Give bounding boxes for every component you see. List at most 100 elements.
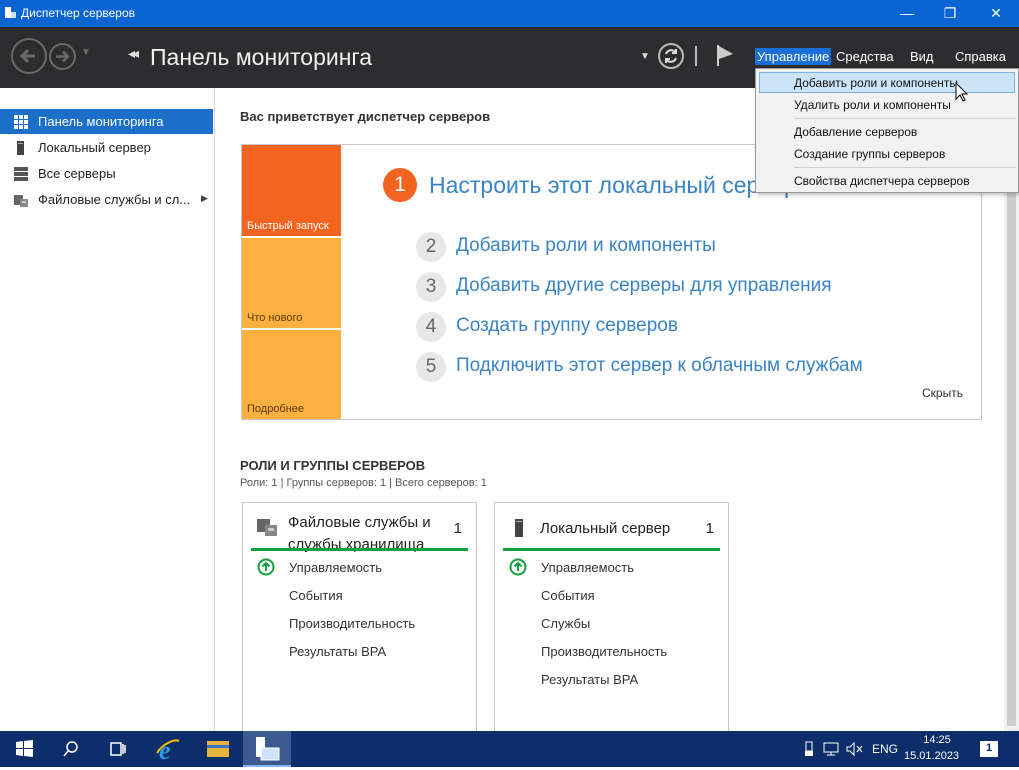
- header-separator: [695, 46, 697, 66]
- tile-learn-more[interactable]: Подробнее: [242, 330, 341, 419]
- clock-time[interactable]: 14:25: [912, 734, 962, 746]
- sidebar-item-all-servers[interactable]: Все серверы: [0, 161, 213, 186]
- sidebar-item-dashboard[interactable]: Панель мониторинга: [0, 109, 213, 134]
- internet-explorer-button[interactable]: e: [145, 731, 193, 767]
- refresh-icon[interactable]: [657, 42, 685, 70]
- clock-date[interactable]: 15.01.2023: [904, 750, 959, 762]
- card-count[interactable]: 1: [706, 520, 714, 537]
- card-row-bpa[interactable]: Результаты BPA: [541, 672, 638, 687]
- tile-label: Подробнее: [247, 403, 305, 415]
- sidebar: Панель мониторинга Локальный сервер Все …: [0, 88, 215, 731]
- scrollbar-thumb[interactable]: [1007, 186, 1016, 726]
- menu-separator: [794, 167, 1016, 168]
- sidebar-item-label: Локальный сервер: [38, 140, 151, 155]
- menu-separator: [794, 118, 1016, 119]
- search-icon: [63, 741, 78, 757]
- card-status-line: [503, 548, 720, 551]
- card-row-manageability[interactable]: Управляемость: [289, 560, 382, 575]
- menu-manage[interactable]: Управление: [755, 48, 832, 65]
- sidebar-item-label: Все серверы: [38, 166, 116, 181]
- welcome-heading: Вас приветствует диспетчер серверов: [240, 109, 491, 124]
- breadcrumb-dropdown[interactable]: ▼: [640, 51, 650, 62]
- folder-icon: [207, 741, 229, 757]
- taskbar: e ENG 14:25 15.01.2023 1: [0, 731, 1019, 767]
- step-number: 5: [416, 352, 446, 382]
- network-icon[interactable]: [823, 741, 839, 757]
- server-manager-taskbar-button[interactable]: [243, 731, 291, 767]
- roles-section-subtitle: Роли: 1 | Группы серверов: 1 | Всего сер…: [240, 477, 487, 489]
- hide-link[interactable]: Скрыть: [922, 386, 963, 400]
- windows-logo-icon: [16, 740, 33, 757]
- language-indicator[interactable]: ENG: [872, 742, 898, 756]
- card-row-events[interactable]: События: [541, 588, 595, 603]
- card-row-events[interactable]: События: [289, 588, 343, 603]
- step-number: 2: [416, 232, 446, 262]
- breadcrumb-arrows-icon[interactable]: ◂◂: [128, 45, 139, 62]
- expand-arrow-icon[interactable]: ▶: [201, 193, 208, 204]
- card-row-manageability[interactable]: Управляемость: [541, 560, 634, 575]
- nav-history-dropdown[interactable]: ▼: [81, 47, 91, 58]
- server-manager-icon: [256, 737, 280, 761]
- server-icon: [515, 519, 523, 537]
- arrow-left-icon: [19, 48, 35, 64]
- card-row-performance[interactable]: Производительность: [289, 616, 415, 631]
- menu-item-remove-roles[interactable]: Удалить роли и компоненты: [794, 98, 951, 112]
- status-ok-icon: [509, 558, 527, 576]
- dashboard-icon: [14, 115, 28, 129]
- title-bar: Диспетчер серверов — ❐ ✕: [0, 0, 1019, 27]
- minimize-button[interactable]: —: [884, 0, 930, 27]
- sidebar-item-label: Файловые службы и сл...: [38, 192, 191, 207]
- role-card-file-services[interactable]: Файловые службы и службы хранилища 1 Упр…: [242, 502, 477, 742]
- forward-button[interactable]: [49, 43, 76, 70]
- window-title: Диспетчер серверов: [21, 6, 136, 20]
- card-count[interactable]: 1: [454, 520, 462, 537]
- internet-explorer-icon: e: [156, 736, 180, 765]
- menu-item-add-servers[interactable]: Добавление серверов: [794, 125, 917, 139]
- sidebar-item-file-services[interactable]: Файловые службы и сл...: [0, 187, 213, 212]
- task-view-button[interactable]: [94, 731, 142, 767]
- menu-help[interactable]: Справка: [955, 49, 1006, 64]
- notifications-flag-icon[interactable]: [714, 43, 736, 67]
- back-button[interactable]: [11, 38, 47, 74]
- menu-item-add-roles[interactable]: Добавить роли и компоненты: [794, 76, 958, 90]
- tile-label: Быстрый запуск: [247, 220, 329, 232]
- notification-count: 1: [986, 742, 993, 754]
- card-row-bpa[interactable]: Результаты BPA: [289, 644, 386, 659]
- menu-item-create-group[interactable]: Создание группы серверов: [794, 147, 945, 161]
- server-icon: [17, 141, 24, 155]
- step-link-cloud-services[interactable]: Подключить этот сервер к облачным служба…: [456, 355, 863, 377]
- card-row-services[interactable]: Службы: [541, 616, 590, 631]
- step-link-create-group[interactable]: Создать группу серверов: [456, 315, 678, 337]
- menu-item-properties[interactable]: Свойства диспетчера серверов: [794, 174, 970, 188]
- sidebar-item-local-server[interactable]: Локальный сервер: [0, 135, 213, 160]
- volume-muted-icon[interactable]: [846, 741, 864, 757]
- file-explorer-button[interactable]: [194, 731, 242, 767]
- tile-quick-start[interactable]: Быстрый запуск: [242, 145, 341, 236]
- usb-device-icon[interactable]: [803, 741, 815, 757]
- menu-tools[interactable]: Средства: [836, 49, 894, 64]
- start-button[interactable]: [0, 731, 48, 767]
- card-row-performance[interactable]: Производительность: [541, 644, 667, 659]
- step-link-add-servers[interactable]: Добавить другие серверы для управления: [456, 275, 832, 297]
- action-center-button[interactable]: 1: [980, 741, 998, 757]
- card-title-line: Файловые службы и: [288, 514, 431, 531]
- arrow-right-icon: [56, 50, 70, 63]
- step-number: 3: [416, 272, 446, 302]
- step-link-add-roles[interactable]: Добавить роли и компоненты: [456, 235, 716, 257]
- tile-whats-new[interactable]: Что нового: [242, 238, 341, 328]
- step-number: 1: [383, 168, 417, 202]
- search-button[interactable]: [47, 731, 95, 767]
- menu-view[interactable]: Вид: [910, 49, 934, 64]
- maximize-button[interactable]: ❐: [927, 0, 973, 27]
- file-services-icon: [257, 519, 277, 536]
- close-button[interactable]: ✕: [973, 0, 1019, 27]
- file-services-icon: [14, 195, 28, 207]
- server-manager-icon: [5, 7, 16, 18]
- sidebar-item-label: Панель мониторинга: [38, 114, 164, 129]
- step-link-configure-local-server[interactable]: Настроить этот локальный сервер: [429, 172, 797, 199]
- status-ok-icon: [257, 558, 275, 576]
- card-title[interactable]: Локальный сервер: [540, 518, 670, 540]
- task-view-icon: [110, 742, 126, 756]
- role-card-local-server[interactable]: Локальный сервер 1 Управляемость События…: [494, 502, 729, 742]
- manage-dropdown-menu: Добавить роли и компоненты Удалить роли …: [755, 68, 1019, 193]
